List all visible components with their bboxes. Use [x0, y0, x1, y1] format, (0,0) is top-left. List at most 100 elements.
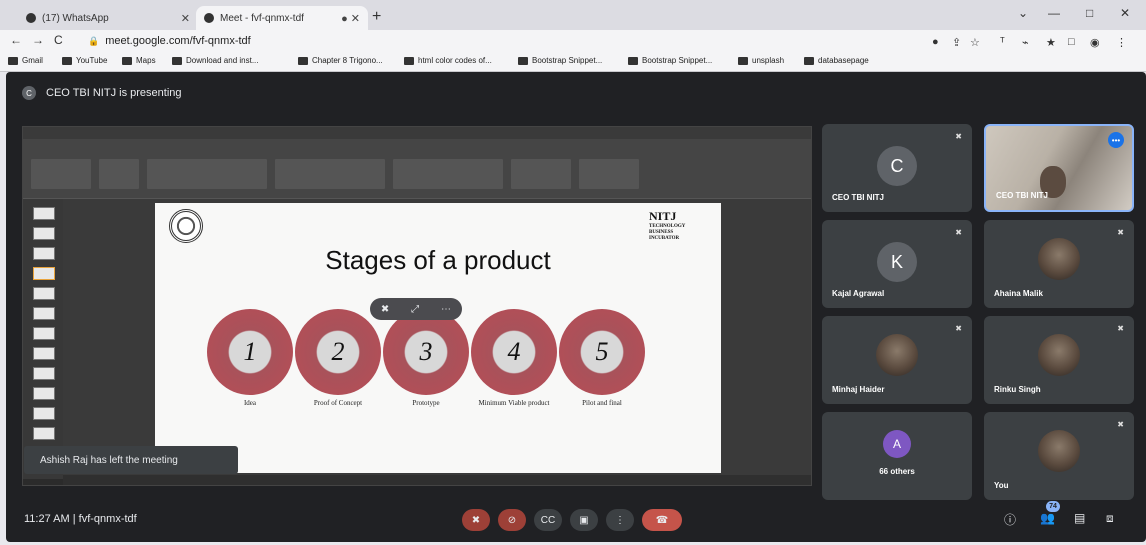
participant-tile[interactable]: ✖ Ahaina Malik: [984, 220, 1134, 308]
others-count: 66 others: [879, 467, 915, 476]
end-call-button[interactable]: ☎: [642, 509, 682, 531]
more-options-button[interactable]: ⋮: [606, 509, 634, 531]
sidebar-icon[interactable]: □: [1068, 36, 1075, 48]
stage-circle: 3: [383, 309, 469, 395]
slide-thumbnail[interactable]: [33, 347, 55, 360]
share-icon[interactable]: ⇪: [952, 36, 961, 49]
powerpoint-statusbar: [63, 475, 811, 485]
close-tab-icon[interactable]: ✕: [181, 12, 190, 25]
bookmark-gmail[interactable]: Gmail: [8, 56, 43, 65]
extension-icon-2[interactable]: ⌁: [1022, 36, 1029, 49]
avatar-photo: [1038, 238, 1080, 280]
slide-thumbnail[interactable]: [33, 287, 55, 300]
lock-icon: 🔒: [88, 35, 100, 46]
participant-tile[interactable]: ✖ K Kajal Agrawal: [822, 220, 972, 308]
close-window-button[interactable]: ✕: [1120, 6, 1130, 20]
bookmark-unsplash[interactable]: unsplash: [738, 56, 784, 65]
slide-thumbnail[interactable]: [33, 327, 55, 340]
unsplash-icon: [738, 56, 748, 65]
others-tile[interactable]: A 66 others: [822, 412, 972, 500]
slide-thumbnail[interactable]: [33, 427, 55, 440]
bookmark-maps[interactable]: Maps: [122, 56, 156, 65]
forward-button[interactable]: →: [32, 33, 44, 47]
bookmark-bootstrap-2[interactable]: Bootstrap Snippet...: [628, 56, 712, 65]
bookmark-label: html color codes of...: [418, 56, 492, 65]
meeting-details-button[interactable]: ⓘ: [1004, 511, 1016, 528]
notification-toast: Ashish Raj has left the meeting: [24, 446, 238, 474]
tab-whatsapp[interactable]: (17) WhatsApp ✕: [18, 6, 198, 30]
slide-thumbnail[interactable]: [33, 407, 55, 420]
participant-name: You: [994, 481, 1009, 490]
close-tab-icon[interactable]: ● ✕: [341, 12, 360, 25]
slide-title: Stages of a product: [325, 245, 551, 275]
activities-button[interactable]: ⧈: [1106, 511, 1114, 526]
ribbon-slides: [99, 159, 139, 189]
participant-name: Rinku Singh: [994, 385, 1041, 394]
extension-icon[interactable]: ᵀ: [1000, 36, 1005, 48]
new-tab-button[interactable]: +: [372, 8, 381, 26]
browser-menu-icon[interactable]: ⋮: [1116, 36, 1127, 49]
stage-number: 4: [507, 337, 521, 366]
stage-label: Prototype: [412, 399, 440, 407]
participant-name: Minhaj Haider: [832, 385, 885, 394]
bookmark-chapter8[interactable]: Chapter 8 Trigono...: [298, 56, 383, 65]
meeting-info: 11:27 AM | fvf-qnmx-tdf: [24, 513, 137, 525]
bootstrap-icon: [628, 56, 638, 65]
youtube-icon: [62, 56, 72, 65]
slide-thumbnail-selected[interactable]: [33, 267, 55, 280]
slide-thumbnail[interactable]: [33, 207, 55, 220]
bookmark-label: unsplash: [752, 56, 785, 65]
fullscreen-icon[interactable]: ⤢: [411, 304, 419, 315]
mic-off-icon: ✖: [471, 514, 481, 526]
bookmark-download[interactable]: Download and inst...: [172, 56, 259, 65]
maximize-button[interactable]: □: [1086, 6, 1093, 20]
avatar: A: [883, 430, 911, 458]
ribbon-arrange: [511, 159, 571, 189]
slide-thumbnail[interactable]: [33, 227, 55, 240]
profile-avatar[interactable]: ◉: [1090, 36, 1100, 49]
mic-off-icon[interactable]: ✖: [381, 304, 389, 315]
chat-button[interactable]: ▤: [1074, 511, 1085, 525]
stage-circle: 5: [559, 309, 645, 395]
captions-button[interactable]: CC: [534, 509, 562, 531]
slide-thumbnail[interactable]: [33, 307, 55, 320]
presenter-overlay-controls[interactable]: ✖ ⤢ ⋯: [370, 298, 462, 320]
participant-tile[interactable]: ✖ Minhaj Haider: [822, 316, 972, 404]
reload-button[interactable]: C: [54, 33, 63, 47]
slide-thumbnail[interactable]: [33, 367, 55, 380]
stage-number: 2: [331, 337, 345, 366]
bookmark-databasepage[interactable]: databasepage: [804, 56, 869, 65]
star-icon[interactable]: ☆: [970, 36, 980, 49]
camera-toggle-button[interactable]: ⊘: [498, 509, 526, 531]
bookmark-bootstrap-1[interactable]: Bootstrap Snippet...: [518, 56, 602, 65]
mic-off-icon: ✖: [1117, 228, 1124, 237]
bookmark-youtube[interactable]: YouTube: [62, 56, 107, 65]
more-icon[interactable]: ⋯: [441, 304, 451, 315]
slide-thumbnail[interactable]: [33, 247, 55, 260]
stage-circle: 1: [207, 309, 293, 395]
present-button[interactable]: ▣: [570, 509, 598, 531]
extensions-puzzle-icon[interactable]: ★: [1046, 36, 1056, 49]
maps-icon: [122, 56, 132, 65]
powerpoint-ribbon: [23, 139, 811, 199]
people-button[interactable]: 👥: [1040, 511, 1055, 525]
avatar-photo: [1038, 334, 1080, 376]
mic-off-icon: ✖: [955, 324, 962, 333]
stage-circle: 2: [295, 309, 381, 395]
back-button[interactable]: ←: [10, 33, 22, 47]
camera-indicator-icon[interactable]: ●: [932, 36, 939, 48]
minimize-button[interactable]: —: [1048, 6, 1060, 20]
tab-meet[interactable]: Meet - fvf-qnmx-tdf ● ✕: [196, 6, 368, 30]
slide-thumbnails: [23, 199, 63, 479]
participant-tile[interactable]: ✖ C CEO TBI NITJ: [822, 124, 972, 212]
participant-tile-video[interactable]: ••• CEO TBI NITJ: [984, 124, 1134, 212]
mic-toggle-button[interactable]: ✖: [462, 509, 490, 531]
url-text: meet.google.com/fvf-qnmx-tdf: [105, 35, 251, 47]
stage-circle: 4: [471, 309, 557, 395]
url-input[interactable]: 🔒 meet.google.com/fvf-qnmx-tdf: [78, 32, 918, 50]
bookmark-html-colors[interactable]: html color codes of...: [404, 56, 492, 65]
self-tile[interactable]: ✖ You: [984, 412, 1134, 500]
slide-thumbnail[interactable]: [33, 387, 55, 400]
tab-search-icon[interactable]: ⌄: [1018, 6, 1028, 20]
participant-tile[interactable]: ✖ Rinku Singh: [984, 316, 1134, 404]
